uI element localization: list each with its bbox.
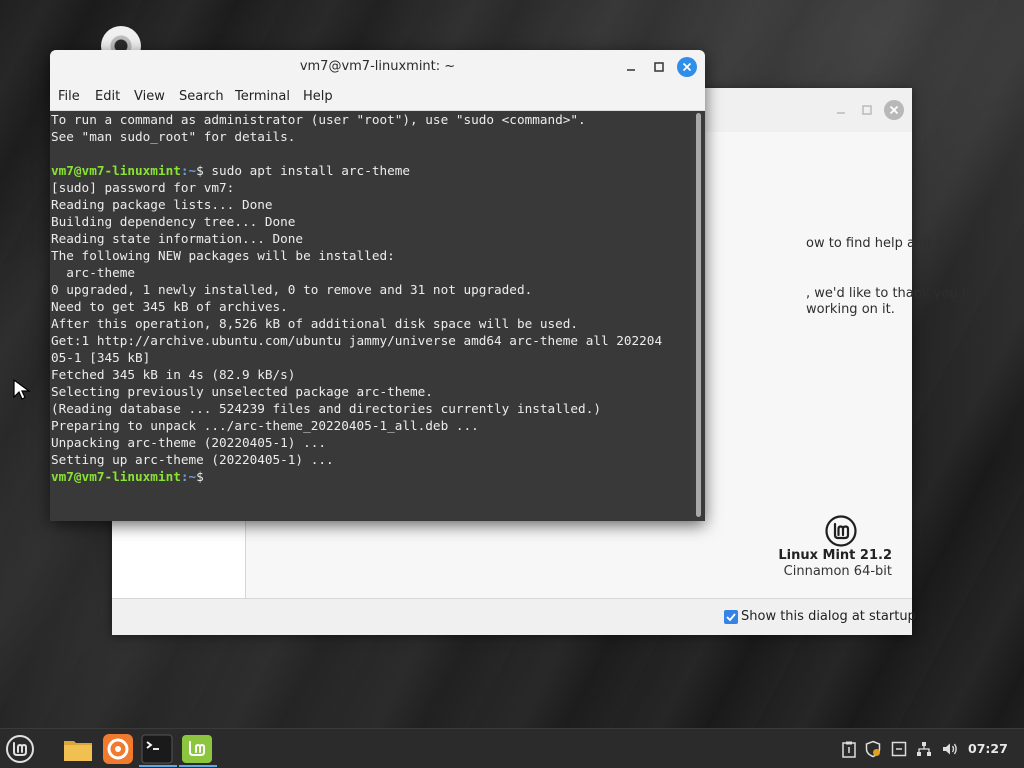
terminal-task-button[interactable] [139, 731, 177, 767]
terminal-line: Reading state information... Done [51, 231, 304, 246]
welcome-text-line: working on it. [806, 302, 895, 317]
close-icon[interactable] [677, 57, 697, 77]
terminal-line: Fetched 345 kB in 4s (82.9 kB/s) [51, 367, 296, 382]
terminal-window: vm7@vm7-linuxmint: ~ File Edit View Sear… [50, 50, 705, 521]
taskbar: 07:27 [0, 728, 1024, 768]
network-icon[interactable] [915, 740, 933, 758]
linux-mint-logo-icon [825, 515, 857, 547]
command-text: sudo apt install arc-theme [203, 163, 411, 178]
terminal-menubar: File Edit View Search Terminal Help [50, 84, 705, 111]
mint-menu-icon[interactable] [2, 731, 38, 767]
welcome-task-button[interactable] [179, 731, 217, 767]
terminal-line: To run a command as administrator (user … [51, 112, 586, 127]
volume-icon[interactable] [941, 740, 959, 758]
prompt-user: vm7@vm7-linuxmint [51, 163, 181, 178]
terminal-line: After this operation, 8,526 kB of additi… [51, 316, 579, 331]
terminal-line: (Reading database ... 524239 files and d… [51, 401, 601, 416]
terminal-line: arc-theme [51, 265, 136, 280]
menu-view[interactable]: View [134, 89, 165, 104]
terminal-line: Preparing to unpack .../arc-theme_202204… [51, 418, 479, 433]
terminal-line: Setting up arc-theme (20220405-1) ... [51, 452, 334, 467]
prompt-user: vm7@vm7-linuxmint [51, 469, 181, 484]
welcome-text-line: ow to find help and where to [806, 236, 993, 251]
shield-icon[interactable] [864, 740, 882, 758]
welcome-footer: Show this dialog at startup [112, 598, 916, 635]
welcome-icon [182, 735, 212, 763]
terminal-scrollbar[interactable] [693, 111, 705, 521]
terminal-line: Building dependency tree... Done [51, 214, 296, 229]
text-cursor [204, 469, 212, 484]
startup-checkbox[interactable] [724, 610, 738, 624]
terminal-command-line: vm7@vm7-linuxmint:~$ sudo apt install ar… [51, 162, 410, 179]
active-task-indicator [179, 765, 217, 767]
menu-search[interactable]: Search [179, 89, 224, 104]
minimize-icon[interactable] [832, 101, 850, 119]
mouse-cursor-icon [13, 378, 31, 400]
terminal-line: Get:1 http://archive.ubuntu.com/ubuntu j… [51, 333, 663, 348]
firefox-icon[interactable] [100, 731, 136, 767]
terminal-titlebar[interactable]: vm7@vm7-linuxmint: ~ [50, 50, 705, 84]
files-icon[interactable] [60, 731, 96, 767]
prompt-path: :~ [180, 469, 197, 484]
terminal-line: 0 upgraded, 1 newly installed, 0 to remo… [51, 282, 533, 297]
terminal-line: See "man sudo_root" for details. [51, 129, 296, 144]
maximize-icon[interactable] [858, 101, 876, 119]
terminal-prompt-line: vm7@vm7-linuxmint:~$ [51, 468, 212, 485]
menu-terminal[interactable]: Terminal [235, 89, 290, 104]
startup-checkbox-label[interactable]: Show this dialog at startup [741, 609, 916, 624]
update-icon[interactable] [890, 740, 908, 758]
prompt-symbol: $ [196, 469, 204, 484]
close-icon[interactable] [884, 100, 904, 120]
terminal-line: [sudo] password for vm7: [51, 180, 235, 195]
terminal-line: Need to get 345 kB of archives. [51, 299, 288, 314]
menu-edit[interactable]: Edit [95, 89, 120, 104]
scrollbar-thumb[interactable] [696, 113, 701, 517]
maximize-icon[interactable] [650, 58, 668, 76]
product-edition: Cinnamon 64-bit [783, 564, 892, 579]
product-name: Linux Mint 21.2 [778, 548, 892, 563]
prompt-symbol: $ [196, 163, 204, 178]
prompt-path: :~ [180, 163, 197, 178]
welcome-text-line: , we'd like to thank you for [806, 286, 980, 301]
window-title: vm7@vm7-linuxmint: ~ [299, 59, 456, 74]
active-task-indicator [139, 765, 177, 767]
terminal-line: The following NEW packages will be insta… [51, 248, 395, 263]
menu-file[interactable]: File [58, 89, 80, 104]
terminal-icon [141, 734, 173, 764]
clipboard-icon[interactable] [840, 740, 858, 758]
terminal-line: Unpacking arc-theme (20220405-1) ... [51, 435, 326, 450]
menu-help[interactable]: Help [303, 89, 333, 104]
minimize-icon[interactable] [622, 58, 640, 76]
terminal-line: 05-1 [345 kB] [51, 350, 151, 365]
terminal-line: Reading package lists... Done [51, 197, 273, 212]
clock[interactable]: 07:27 [968, 741, 1008, 756]
terminal-line: Selecting previously unselected package … [51, 384, 433, 399]
terminal-output[interactable]: To run a command as administrator (user … [50, 111, 693, 521]
